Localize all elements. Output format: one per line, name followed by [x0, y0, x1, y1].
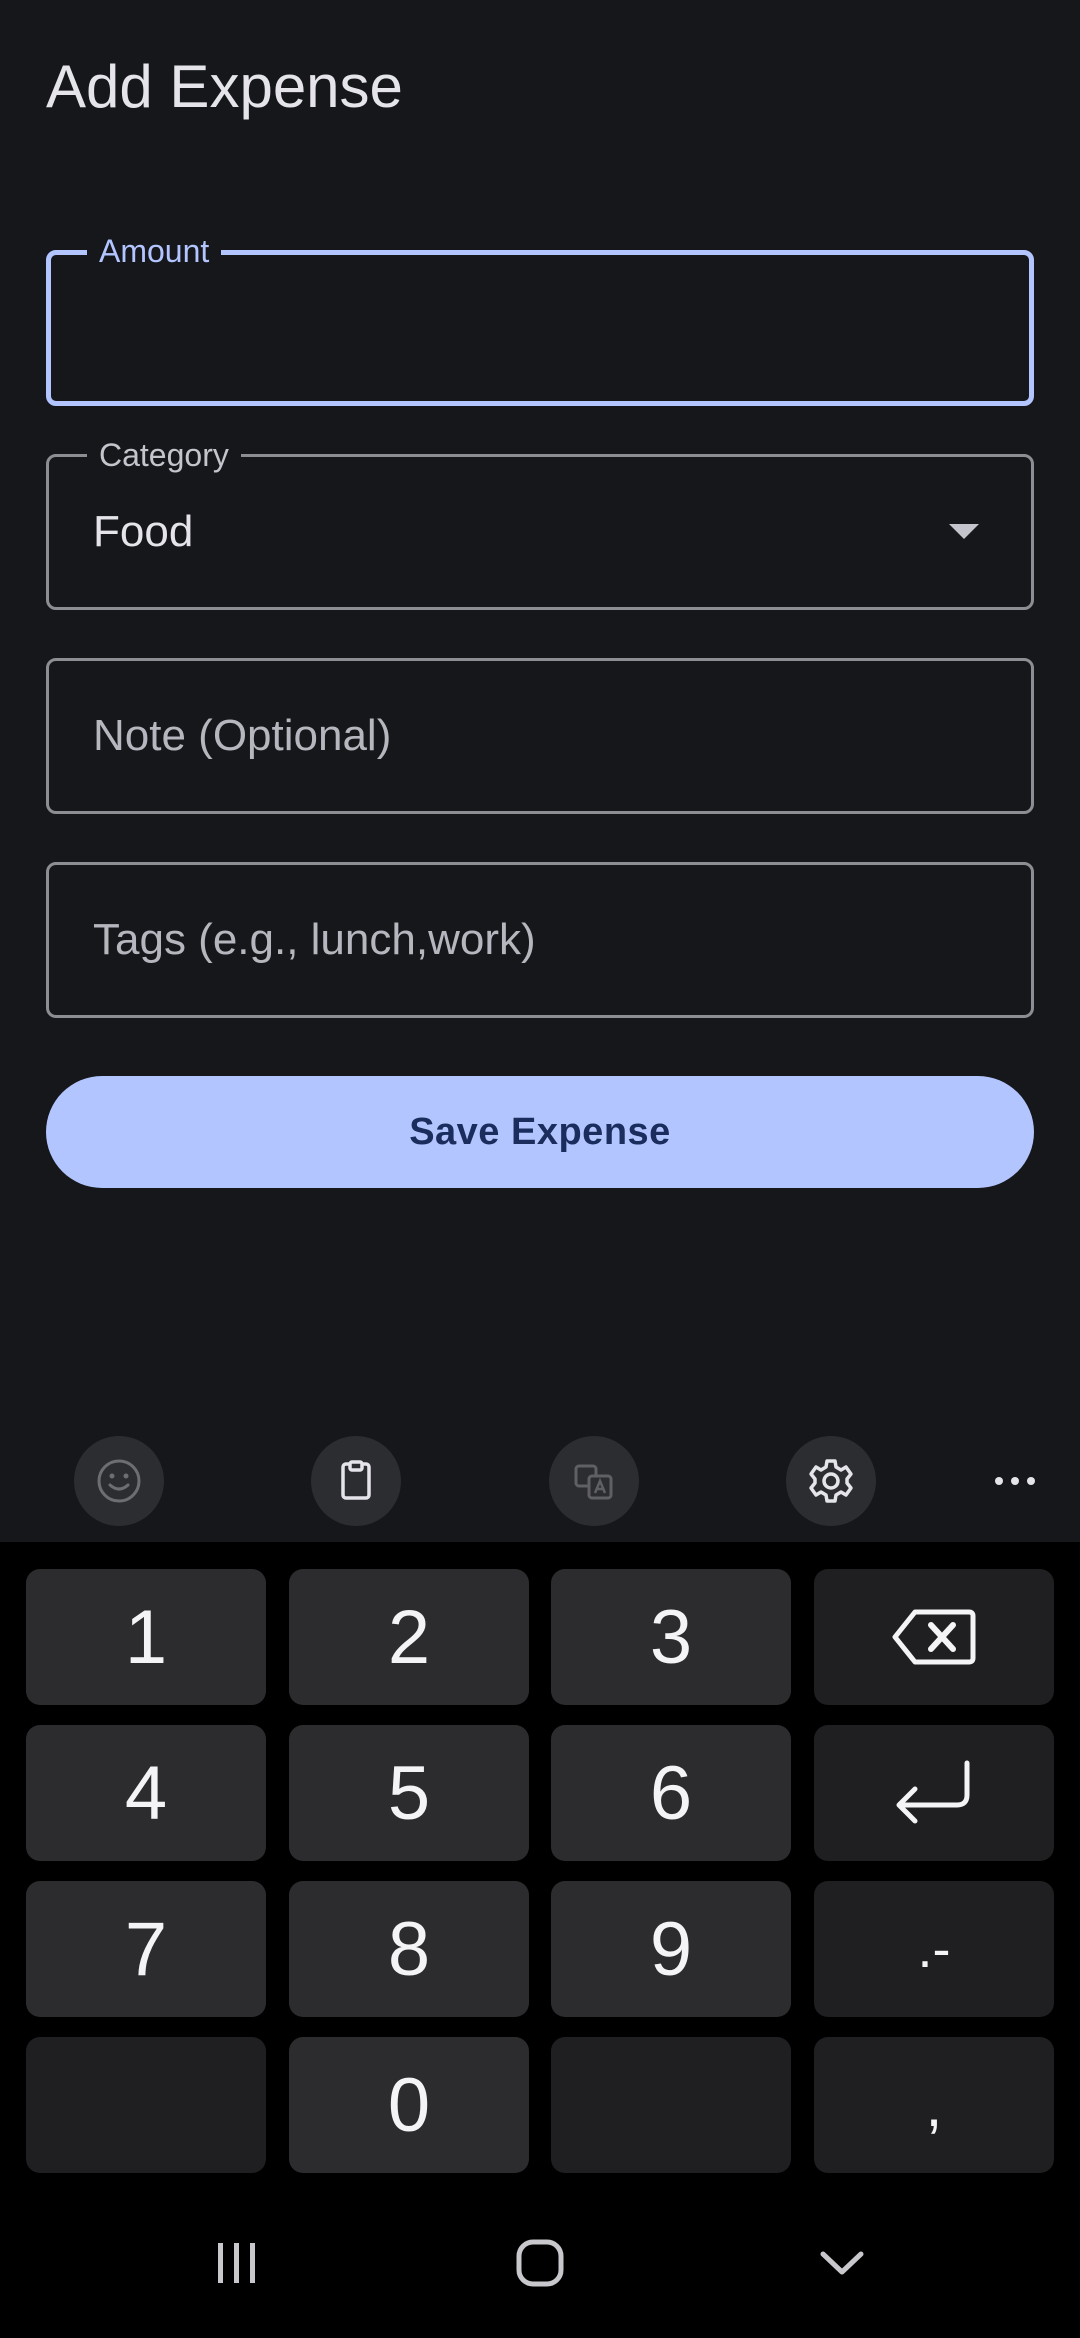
blank-key-right	[551, 2037, 791, 2173]
system-navigation-bar	[0, 2188, 1080, 2338]
blank-key-left	[26, 2037, 266, 2173]
key-8[interactable]: 8	[289, 1881, 529, 2017]
translate-icon[interactable]	[549, 1436, 639, 1526]
settings-icon[interactable]	[786, 1436, 876, 1526]
note-placeholder: Note (Optional)	[93, 711, 392, 760]
key-7[interactable]: 7	[26, 1881, 266, 2017]
home-icon[interactable]	[500, 2223, 580, 2303]
backspace-key[interactable]	[814, 1569, 1054, 1705]
key-1[interactable]: 1	[26, 1569, 266, 1705]
key-3[interactable]: 3	[551, 1569, 791, 1705]
backspace-icon	[892, 1609, 976, 1665]
clipboard-icon[interactable]	[311, 1436, 401, 1526]
keyboard-toolbar	[0, 1420, 1080, 1542]
more-options-icon[interactable]	[970, 1436, 1060, 1526]
dot-dash-key[interactable]: .-	[814, 1881, 1054, 2017]
dropdown-arrow-icon	[949, 524, 979, 539]
amount-field[interactable]: Amount	[46, 231, 1034, 406]
recent-apps-icon[interactable]	[197, 2223, 277, 2303]
enter-key[interactable]	[814, 1725, 1054, 1861]
category-label: Category	[87, 435, 241, 475]
enter-icon	[896, 1760, 970, 1824]
page-title: Add Expense	[46, 53, 403, 120]
hide-keyboard-icon[interactable]	[802, 2223, 882, 2303]
tags-placeholder: Tags (e.g., lunch,work)	[93, 915, 536, 964]
key-4[interactable]: 4	[26, 1725, 266, 1861]
key-0[interactable]: 0	[289, 2037, 529, 2173]
key-5[interactable]: 5	[289, 1725, 529, 1861]
save-expense-button[interactable]: Save Expense	[46, 1076, 1034, 1188]
category-dropdown[interactable]: Category Food	[46, 435, 1034, 610]
category-value: Food	[93, 507, 194, 556]
amount-label: Amount	[87, 231, 222, 271]
key-2[interactable]: 2	[289, 1569, 529, 1705]
key-6[interactable]: 6	[551, 1725, 791, 1861]
comma-key[interactable]: ,	[814, 2037, 1054, 2173]
note-field[interactable]: Note (Optional)	[46, 658, 1034, 814]
tags-field[interactable]: Tags (e.g., lunch,work)	[46, 862, 1034, 1018]
numeric-keyboard: 1 2 3 4 5 6 7 8 9 .- 0 ,	[0, 1542, 1080, 2188]
emoji-icon[interactable]	[74, 1436, 164, 1526]
key-9[interactable]: 9	[551, 1881, 791, 2017]
